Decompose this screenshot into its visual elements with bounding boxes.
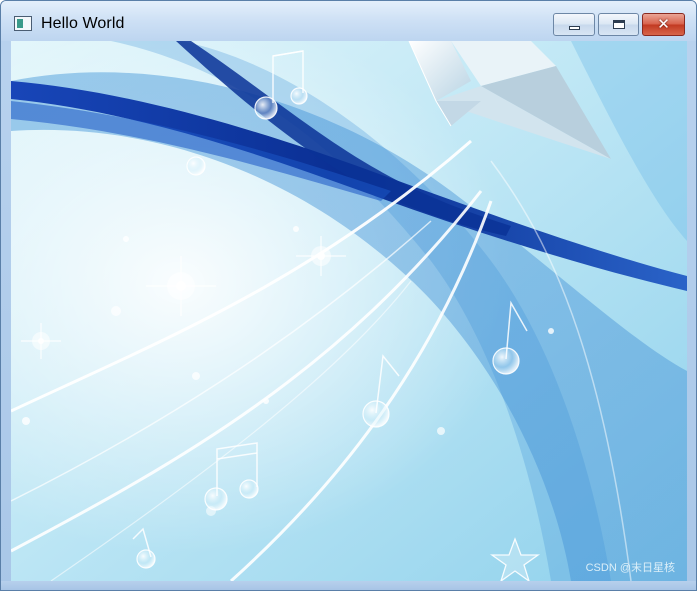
watermark-text: CSDN @末日星核 (585, 562, 675, 574)
client-area: CSDN @末日星核 (11, 41, 687, 581)
window-title: Hello World (41, 15, 125, 32)
close-button[interactable]: ✕ (642, 13, 685, 36)
maximize-icon (612, 20, 625, 29)
app-window: Hello World ✕ CSDN @末日星核 (0, 0, 697, 591)
window-app-icon[interactable] (14, 16, 32, 31)
minimize-button[interactable] (553, 13, 595, 36)
window-bottom-border[interactable] (1, 581, 696, 590)
minimize-icon (568, 25, 580, 30)
title-bar[interactable]: Hello World ✕ (1, 1, 696, 41)
maximize-button[interactable] (598, 13, 639, 36)
app-icon-mark (17, 19, 23, 28)
background-artwork (11, 41, 687, 581)
close-icon: ✕ (657, 15, 670, 33)
